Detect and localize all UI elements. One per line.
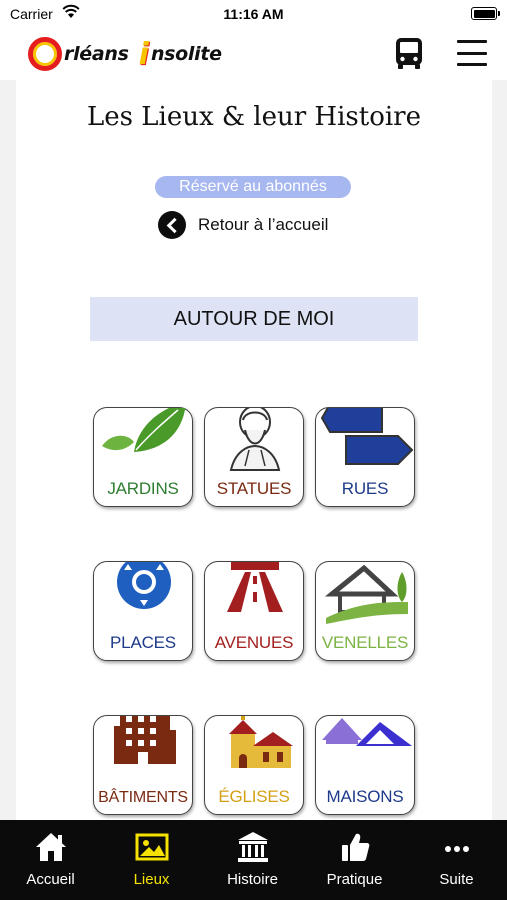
tile-batiments[interactable]: BÂTIMENTS [93,715,193,815]
logo-o-mark [28,37,62,71]
houses-icon [322,718,412,746]
thumbs-up-icon [342,833,370,861]
tab-suite[interactable]: Suite [406,820,507,900]
tile-jardins[interactable]: JARDINS [93,407,193,507]
tab-label: Pratique [326,871,383,888]
tile-label: STATUES [216,479,292,498]
clock: 11:16 AM [223,6,284,22]
tile-label: RUES [341,479,389,498]
logo-word-insolite: nsolite [150,43,222,65]
tab-label: Suite [439,871,474,888]
tile-label: PLACES [110,633,176,652]
tab-lieux[interactable]: Lieux [101,820,202,900]
tile-label: BÂTIMENTS [98,789,188,806]
logo-word-orleans: rléans [64,43,129,65]
building-icon [114,716,176,764]
tile-label: MAISONS [326,787,404,806]
tile-maisons[interactable]: MAISONS [315,715,415,815]
logo-i-mark: i [138,36,149,72]
main-content: Les Lieux & leur Histoire Réservé au abo… [16,80,492,820]
hamburger-menu-icon[interactable] [457,40,487,66]
roundabout-icon [117,562,171,609]
tile-label: VENELLES [321,633,409,652]
statue-bust-icon [229,408,281,471]
app-logo[interactable]: rléans i nsolite [28,34,222,74]
tile-statues[interactable]: STATUES [204,407,304,507]
page-title: Les Lieux & leur Histoire [86,102,421,132]
image-icon [135,833,169,861]
tab-accueil[interactable]: Accueil [0,820,101,900]
museum-icon [238,832,268,862]
tile-avenues[interactable]: AVENUES [204,561,304,661]
tab-label: Accueil [26,871,75,888]
tab-label: Histoire [227,871,278,888]
house-lane-icon [324,564,408,624]
back-to-home-link[interactable]: Retour à l’accueil [158,210,328,240]
chevron-left-icon [158,211,186,239]
battery-icon [471,7,500,20]
home-icon [36,833,66,861]
tile-eglises[interactable]: ÉGLISES [204,715,304,815]
tile-label: ÉGLISES [218,787,290,806]
tile-venelles[interactable]: VENELLES [315,561,415,661]
road-icon [227,562,283,612]
leaves-icon [102,408,186,452]
street-sign-icon [320,408,414,465]
tile-label: JARDINS [107,479,179,498]
subscribers-badge: Réservé au abonnés [155,176,351,198]
tab-histoire[interactable]: Histoire [202,820,303,900]
app-header: rléans i nsolite [0,28,507,80]
back-to-home-label: Retour à l’accueil [198,215,329,234]
tab-pratique[interactable]: Pratique [304,820,405,900]
tile-places[interactable]: PLACES [93,561,193,661]
bus-icon[interactable] [393,36,425,70]
tile-rues[interactable]: RUES [315,407,415,507]
tile-label: AVENUES [214,633,294,652]
more-dots-icon [445,846,469,852]
status-bar: Carrier 11:16 AM [0,0,507,28]
bottom-tab-bar: Accueil Lieux Histoire Pratique Suite [0,820,507,900]
around-me-button[interactable]: AUTOUR DE MOI [90,297,418,341]
church-icon [229,716,293,768]
tab-label: Lieux [133,871,170,888]
